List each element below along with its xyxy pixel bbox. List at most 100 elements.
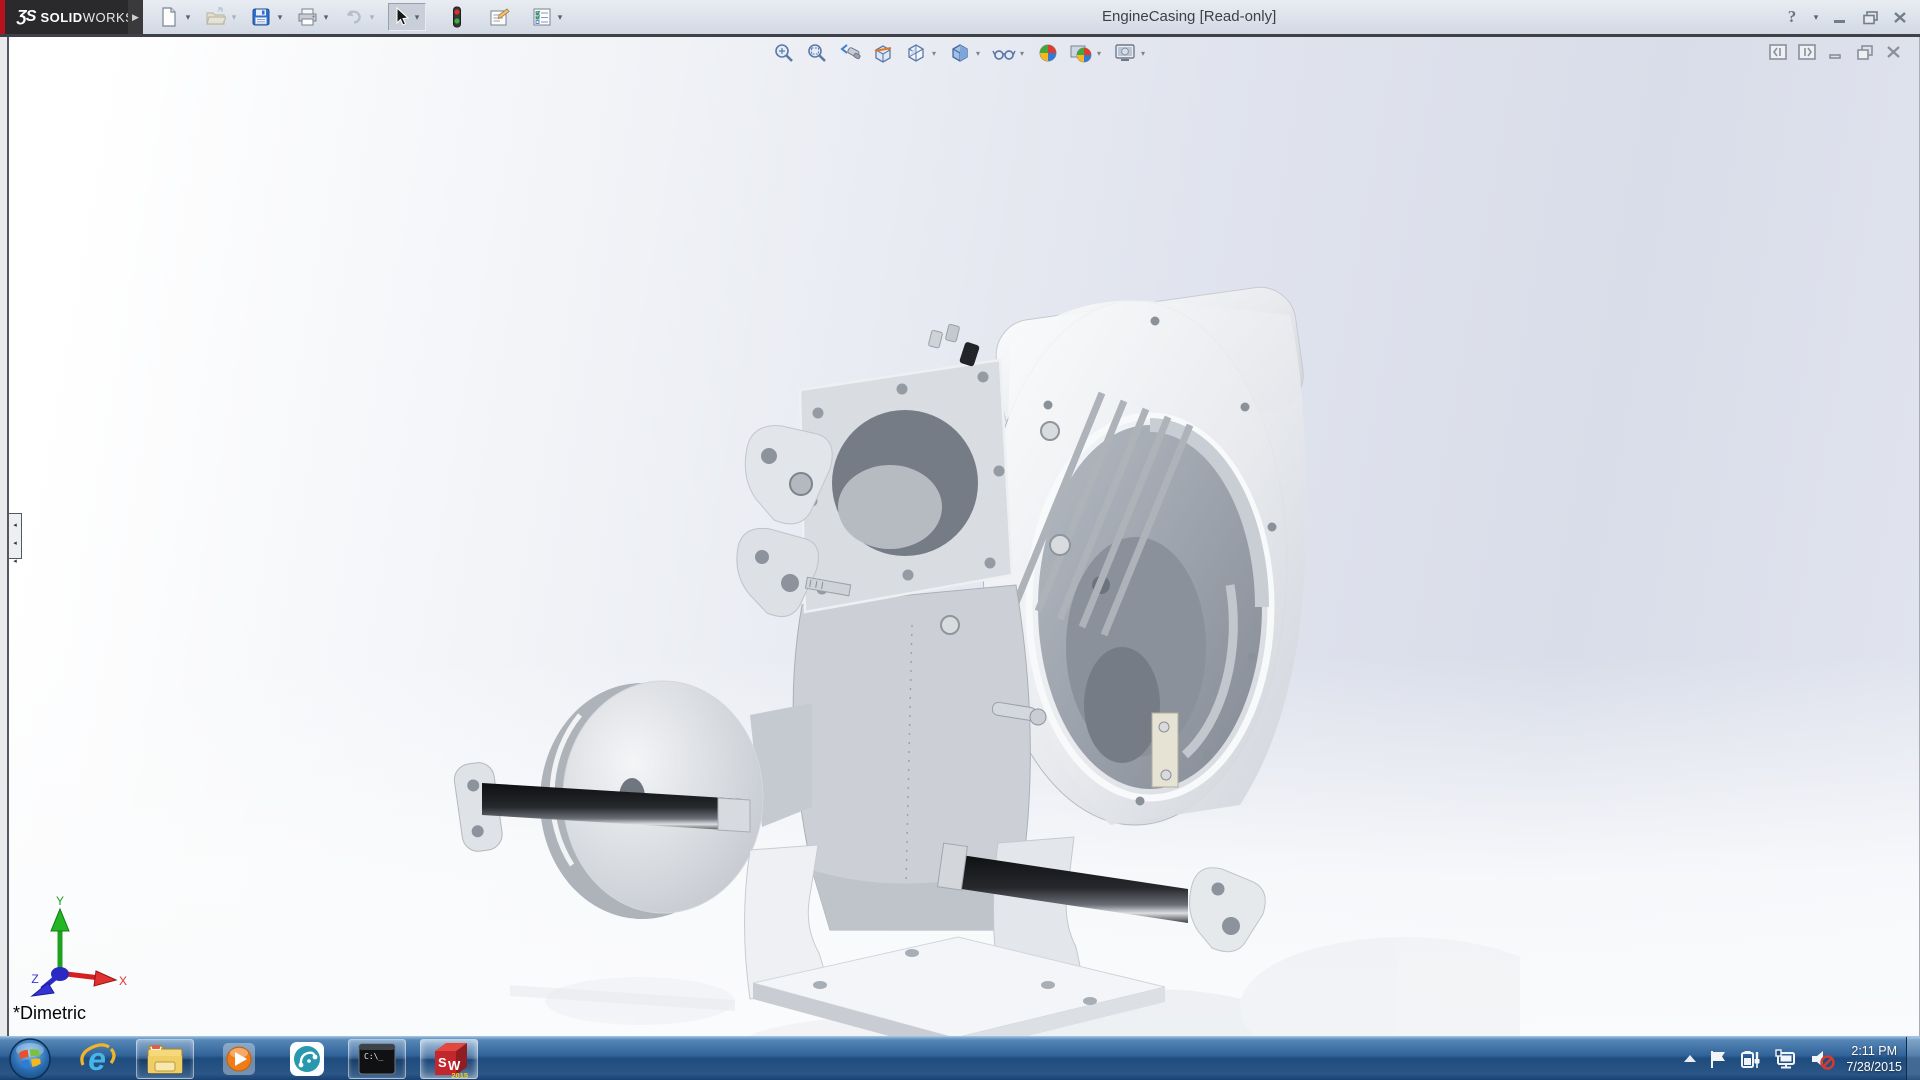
show-desktop-button[interactable] bbox=[1906, 1037, 1920, 1080]
select-cursor-icon bbox=[396, 6, 410, 26]
appearance-ball-icon bbox=[1039, 44, 1056, 62]
taskbar-command-prompt[interactable]: C:\_ bbox=[348, 1039, 406, 1079]
start-button[interactable] bbox=[8, 1037, 52, 1080]
previous-view-icon bbox=[839, 44, 861, 60]
clock-date: 7/28/2015 bbox=[1846, 1060, 1902, 1074]
new-document-icon bbox=[162, 7, 176, 27]
title-bar: ƷS SOLID WORKS ▶ ▾ ▾ ▾ ▾ ▾ ▾ ▾ EngineCas… bbox=[0, 0, 1920, 34]
document-window-controls bbox=[1767, 42, 1905, 62]
solidworks-logo: ƷS SOLID WORKS bbox=[0, 0, 134, 34]
windows-start-icon bbox=[9, 1038, 51, 1080]
windows-taskbar: e C:\_ S W 2015 2:11 PM 7/28/2015 bbox=[0, 1036, 1920, 1080]
undo-dropdown[interactable] bbox=[366, 3, 378, 31]
apply-scene-icon bbox=[1070, 45, 1091, 63]
hidden-icons-button[interactable] bbox=[1683, 1054, 1697, 1064]
help-dropdown[interactable] bbox=[1810, 3, 1822, 31]
apply-scene-button[interactable] bbox=[1068, 40, 1094, 66]
taskbar-windows-explorer[interactable] bbox=[136, 1039, 194, 1079]
save-dropdown[interactable] bbox=[274, 3, 286, 31]
display-style-dropdown[interactable] bbox=[973, 40, 984, 66]
undo-arrow-icon bbox=[346, 10, 361, 24]
action-center-button[interactable] bbox=[1708, 1049, 1728, 1069]
restore-icon bbox=[1862, 10, 1878, 24]
new-document-button[interactable] bbox=[156, 3, 182, 31]
window-title: EngineCasing [Read-only] bbox=[1102, 8, 1277, 25]
doc-close-button[interactable] bbox=[1883, 42, 1905, 62]
minimize-icon bbox=[1834, 20, 1845, 23]
zoom-to-fit-button[interactable] bbox=[771, 40, 797, 66]
doc-restore-button[interactable] bbox=[1854, 42, 1876, 62]
printer-icon bbox=[298, 8, 316, 26]
svg-text:C:\_: C:\_ bbox=[364, 1052, 383, 1061]
close-icon bbox=[1894, 11, 1906, 23]
brand-text-light: WORKS bbox=[82, 9, 135, 25]
taskbar-media-player[interactable] bbox=[216, 1039, 262, 1079]
hide-show-items-dropdown[interactable] bbox=[1017, 40, 1028, 66]
minimize-button[interactable] bbox=[1828, 5, 1852, 29]
section-view-button[interactable] bbox=[870, 40, 896, 66]
previous-view-button[interactable] bbox=[837, 40, 863, 66]
open-dropdown[interactable] bbox=[228, 3, 240, 31]
featuremanager-collapsed-tab[interactable] bbox=[9, 513, 22, 559]
taskbar-clock[interactable]: 2:11 PM 7/28/2015 bbox=[1846, 1043, 1902, 1075]
hide-show-items-button[interactable] bbox=[991, 40, 1017, 66]
zoom-to-area-button[interactable] bbox=[804, 40, 830, 66]
close-button[interactable] bbox=[1888, 5, 1912, 29]
view-orientation-dropdown[interactable] bbox=[929, 40, 940, 66]
open-button[interactable] bbox=[202, 3, 228, 31]
doc-close-icon bbox=[1887, 46, 1900, 58]
new-document-dropdown[interactable] bbox=[182, 3, 194, 31]
collapse-left-pane-button[interactable] bbox=[1767, 42, 1789, 62]
help-icon: ? bbox=[1787, 7, 1797, 26]
print-dropdown[interactable] bbox=[320, 3, 332, 31]
taskbar-solidworks[interactable]: S W 2015 bbox=[420, 1039, 478, 1079]
print-button[interactable] bbox=[294, 3, 320, 31]
taskbar-communicator-app[interactable] bbox=[284, 1039, 330, 1079]
power-status-button[interactable] bbox=[1739, 1049, 1763, 1069]
view-settings-icon bbox=[1114, 44, 1135, 61]
checklist-dropdown[interactable] bbox=[554, 3, 566, 31]
select-tool-button[interactable] bbox=[388, 3, 426, 31]
doc-minimize-button[interactable] bbox=[1825, 42, 1847, 62]
apply-scene-dropdown[interactable] bbox=[1094, 40, 1105, 66]
view-orientation-icon bbox=[907, 44, 924, 62]
undo-button[interactable] bbox=[340, 3, 366, 31]
collapse-right-pane-icon bbox=[1798, 44, 1816, 60]
collapse-left-pane-icon bbox=[1769, 44, 1787, 60]
edit-form-button[interactable] bbox=[486, 3, 512, 31]
save-button[interactable] bbox=[248, 3, 274, 31]
taskbar-internet-explorer[interactable]: e bbox=[74, 1039, 120, 1079]
view-settings-dropdown[interactable] bbox=[1138, 40, 1149, 66]
menu-expander-icon[interactable]: ▶ bbox=[128, 0, 143, 34]
headsup-view-toolbar bbox=[771, 40, 1149, 66]
svg-text:2015: 2015 bbox=[451, 1071, 468, 1079]
section-view-icon bbox=[874, 45, 891, 63]
help-button[interactable]: ? bbox=[1780, 5, 1804, 29]
hidden-icons-chevron-icon bbox=[1684, 1055, 1697, 1062]
traffic-light-button[interactable] bbox=[444, 3, 470, 31]
zoom-to-area-icon bbox=[807, 44, 826, 62]
network-status-button[interactable] bbox=[1774, 1049, 1798, 1069]
command-prompt-icon: C:\_ bbox=[358, 1043, 396, 1075]
view-orientation-button[interactable] bbox=[903, 40, 929, 66]
right-shaft-flange bbox=[1189, 867, 1266, 953]
checklist-button[interactable] bbox=[528, 3, 554, 31]
network-icon bbox=[1775, 1049, 1796, 1069]
zoom-to-fit-icon bbox=[774, 44, 793, 62]
media-player-icon bbox=[223, 1043, 255, 1075]
volume-muted-button[interactable] bbox=[1809, 1048, 1836, 1070]
folder-icon bbox=[147, 1045, 183, 1074]
graphics-area[interactable]: Y X Z *Dimetric bbox=[0, 37, 1920, 1077]
collapse-right-pane-button[interactable] bbox=[1796, 42, 1818, 62]
orientation-triad: Y X Z bbox=[30, 894, 127, 997]
view-settings-button[interactable] bbox=[1112, 40, 1138, 66]
display-style-button[interactable] bbox=[947, 40, 973, 66]
brand-text-bold: SOLID bbox=[40, 9, 83, 25]
select-tool-dropdown[interactable] bbox=[411, 3, 423, 31]
featuremanager-collapsed-edge bbox=[0, 37, 9, 1036]
solidworks-window: ƷS SOLID WORKS ▶ ▾ ▾ ▾ ▾ ▾ ▾ ▾ EngineCas… bbox=[0, 0, 1920, 1080]
edit-appearance-button[interactable] bbox=[1035, 40, 1061, 66]
3d-model-engine-casing bbox=[450, 285, 1570, 1077]
display-style-icon bbox=[951, 44, 968, 62]
restore-button[interactable] bbox=[1858, 5, 1882, 29]
